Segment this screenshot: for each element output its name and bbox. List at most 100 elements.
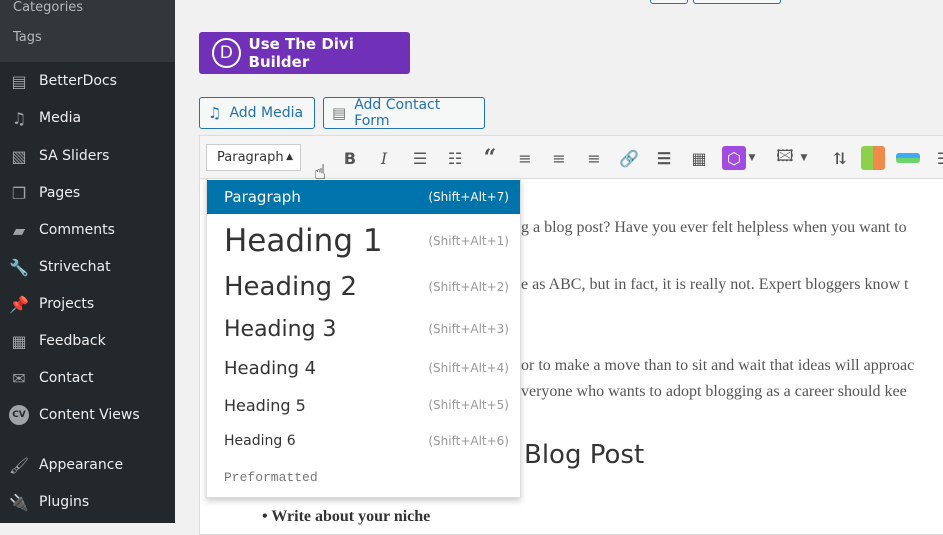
shortcut: (Shift+Alt+6) bbox=[428, 434, 509, 448]
content-line: veryone who wants to adopt blogging as a… bbox=[521, 383, 907, 400]
hand-cursor-icon: ☝ bbox=[314, 160, 327, 184]
label: Feedback bbox=[39, 333, 106, 349]
media-icon: ♫ bbox=[11, 108, 27, 128]
sidebar-item-content-views[interactable]: CV Content Views bbox=[0, 400, 175, 430]
bullet-list-icon[interactable]: ☰ bbox=[408, 146, 432, 170]
menu-item-paragraph[interactable]: Paragraph (Shift+Alt+7) bbox=[207, 180, 520, 214]
submenu-tags[interactable]: Tags bbox=[13, 30, 42, 45]
sort-icon[interactable]: ⇅ bbox=[828, 146, 852, 170]
sidebar-item-comments[interactable]: ▰ Comments bbox=[0, 215, 175, 245]
sidebar-item-sa-sliders[interactable]: ▧ SA Sliders bbox=[0, 141, 175, 171]
editor-toolbar: Paragraph ▲ B I ☰ ☷ “ ≡ ≡ ≡ 🔗 ☰ ▦ ⬡ ▼ 🖾 ▼… bbox=[200, 136, 943, 179]
content-line: e as ABC, but in fact, it is really not.… bbox=[521, 276, 909, 293]
blocks-icon[interactable] bbox=[861, 146, 885, 170]
menu-item-heading-5[interactable]: Heading 5 (Shift+Alt+5) bbox=[207, 387, 520, 423]
divi-logo-icon: D bbox=[212, 38, 241, 68]
menu-item-heading-6[interactable]: Heading 6 (Shift+Alt+6) bbox=[207, 423, 520, 459]
wrench-icon: 🔧 bbox=[9, 257, 29, 277]
shortcut: (Shift+Alt+7) bbox=[428, 190, 509, 204]
top-button[interactable] bbox=[650, 0, 688, 4]
shortcut: (Shift+Alt+2) bbox=[428, 280, 509, 294]
align-right-icon[interactable]: ≡ bbox=[582, 146, 606, 170]
label: BetterDocs bbox=[39, 73, 117, 89]
add-media-button[interactable]: ♫ Add Media bbox=[199, 97, 315, 129]
label: Heading 5 bbox=[224, 395, 306, 415]
label: Appearance bbox=[39, 457, 124, 473]
posts-submenu: Categories Tags bbox=[0, 0, 175, 62]
numbered-list-icon[interactable]: ☷ bbox=[443, 146, 467, 170]
content-line: or to make a move than to sit and wait t… bbox=[521, 357, 915, 374]
label: Pages bbox=[39, 185, 81, 201]
pin-icon: 📌 bbox=[9, 294, 29, 314]
feedback-icon: ▦ bbox=[11, 331, 27, 351]
bullet-text: Write about your niche bbox=[271, 508, 431, 525]
slides-icon: ▧ bbox=[11, 146, 27, 166]
menu-item-heading-3[interactable]: Heading 3 (Shift+Alt+3) bbox=[207, 311, 520, 347]
sidebar-item-strivechat[interactable]: 🔧 Strivechat bbox=[0, 252, 175, 282]
plug-icon: 🔌 bbox=[9, 492, 29, 512]
chevron-down-icon[interactable]: ▼ bbox=[745, 146, 759, 170]
label: Strivechat bbox=[39, 259, 111, 275]
label: Heading 6 bbox=[224, 433, 296, 449]
label: Media bbox=[39, 110, 82, 126]
admin-sidebar: Categories Tags ▤ BetterDocs ♫ Media ▧ SA S… bbox=[0, 0, 175, 523]
sidebar-item-projects[interactable]: 📌 Projects bbox=[0, 289, 175, 319]
shortcut: (Shift+Alt+3) bbox=[428, 322, 509, 336]
menu-item-heading-2[interactable]: Heading 2 (Shift+Alt+2) bbox=[207, 267, 520, 307]
shortcut: (Shift+Alt+5) bbox=[428, 398, 509, 412]
label: Heading 1 bbox=[224, 223, 383, 259]
label: Preformatted bbox=[224, 469, 318, 485]
sidebar-item-contact[interactable]: ✉ Contact bbox=[0, 363, 175, 393]
align-left-icon[interactable]: ≡ bbox=[513, 146, 537, 170]
format-dropdown-menu: Paragraph (Shift+Alt+7) Heading 1 (Shift+A… bbox=[206, 178, 521, 498]
sidebar-item-media[interactable]: ♫ Media bbox=[0, 103, 175, 133]
menu-item-heading-4[interactable]: Heading 4 (Shift+Alt+4) bbox=[207, 350, 520, 386]
sidebar-item-pages[interactable]: ❐ Pages bbox=[0, 178, 175, 208]
layout-icon[interactable] bbox=[896, 153, 920, 163]
chevron-down-icon[interactable]: ▼ bbox=[797, 146, 811, 170]
submenu-categories[interactable]: Categories bbox=[13, 0, 83, 15]
pages-icon: ❐ bbox=[11, 183, 27, 203]
link-icon[interactable]: 🔗 bbox=[617, 146, 641, 170]
more-icon[interactable]: ☰ bbox=[932, 146, 943, 170]
label: Projects bbox=[39, 296, 95, 312]
form-icon: ▤ bbox=[332, 104, 347, 122]
label: Comments bbox=[39, 222, 115, 238]
label: Paragraph bbox=[224, 188, 301, 206]
gallery-icon[interactable]: 🖾 bbox=[773, 146, 797, 170]
label: Plugins bbox=[39, 494, 90, 510]
menu-item-preformatted[interactable]: Preformatted bbox=[207, 460, 520, 494]
divi-label: Use The Divi Builder bbox=[248, 35, 354, 71]
italic-icon[interactable]: I bbox=[372, 146, 396, 170]
align-center-icon[interactable]: ≡ bbox=[547, 146, 571, 170]
top-button[interactable] bbox=[693, 0, 781, 4]
sidebar-item-appearance[interactable]: 🖌 Appearance bbox=[0, 450, 175, 480]
bold-icon[interactable]: B bbox=[338, 146, 362, 170]
format-value: Paragraph bbox=[217, 150, 284, 165]
shortcut: (Shift+Alt+4) bbox=[428, 361, 509, 375]
toolbar-toggle-icon[interactable]: ▦ bbox=[687, 146, 711, 170]
shortcut: (Shift+Alt+1) bbox=[428, 234, 509, 248]
label: Add Media bbox=[229, 105, 304, 121]
add-contact-form-button[interactable]: ▤ Add Contact Form bbox=[323, 97, 485, 129]
sidebar-item-betterdocs[interactable]: ▤ BetterDocs bbox=[0, 66, 175, 96]
menu-item-heading-1[interactable]: Heading 1 (Shift+Alt+1) bbox=[207, 217, 520, 265]
quote-icon[interactable]: “ bbox=[478, 145, 502, 171]
sidebar-item-plugins[interactable]: 🔌 Plugins bbox=[0, 487, 175, 517]
brush-icon: 🖌 bbox=[8, 455, 30, 475]
format-select[interactable]: Paragraph ▲ bbox=[206, 144, 301, 171]
doc-icon: ▤ bbox=[11, 71, 27, 91]
label: Contact bbox=[39, 370, 94, 386]
label: Heading 3 bbox=[224, 316, 337, 342]
caret-up-icon: ▲ bbox=[286, 152, 293, 162]
content-line: g a blog post? Have you ever felt helple… bbox=[521, 219, 907, 236]
content-bullet: • Write about your niche bbox=[262, 508, 431, 525]
mail-icon: ✉ bbox=[12, 368, 26, 388]
plugin-icon[interactable]: ⬡ bbox=[722, 146, 746, 170]
use-divi-builder-button[interactable]: D Use The Divi Builder bbox=[199, 32, 410, 74]
media-icon: ♫ bbox=[208, 104, 222, 122]
sidebar-item-feedback[interactable]: ▦ Feedback bbox=[0, 326, 175, 356]
cv-icon: CV bbox=[9, 405, 29, 425]
label: Content Views bbox=[39, 407, 140, 423]
read-more-icon[interactable]: ☰ bbox=[652, 146, 676, 170]
